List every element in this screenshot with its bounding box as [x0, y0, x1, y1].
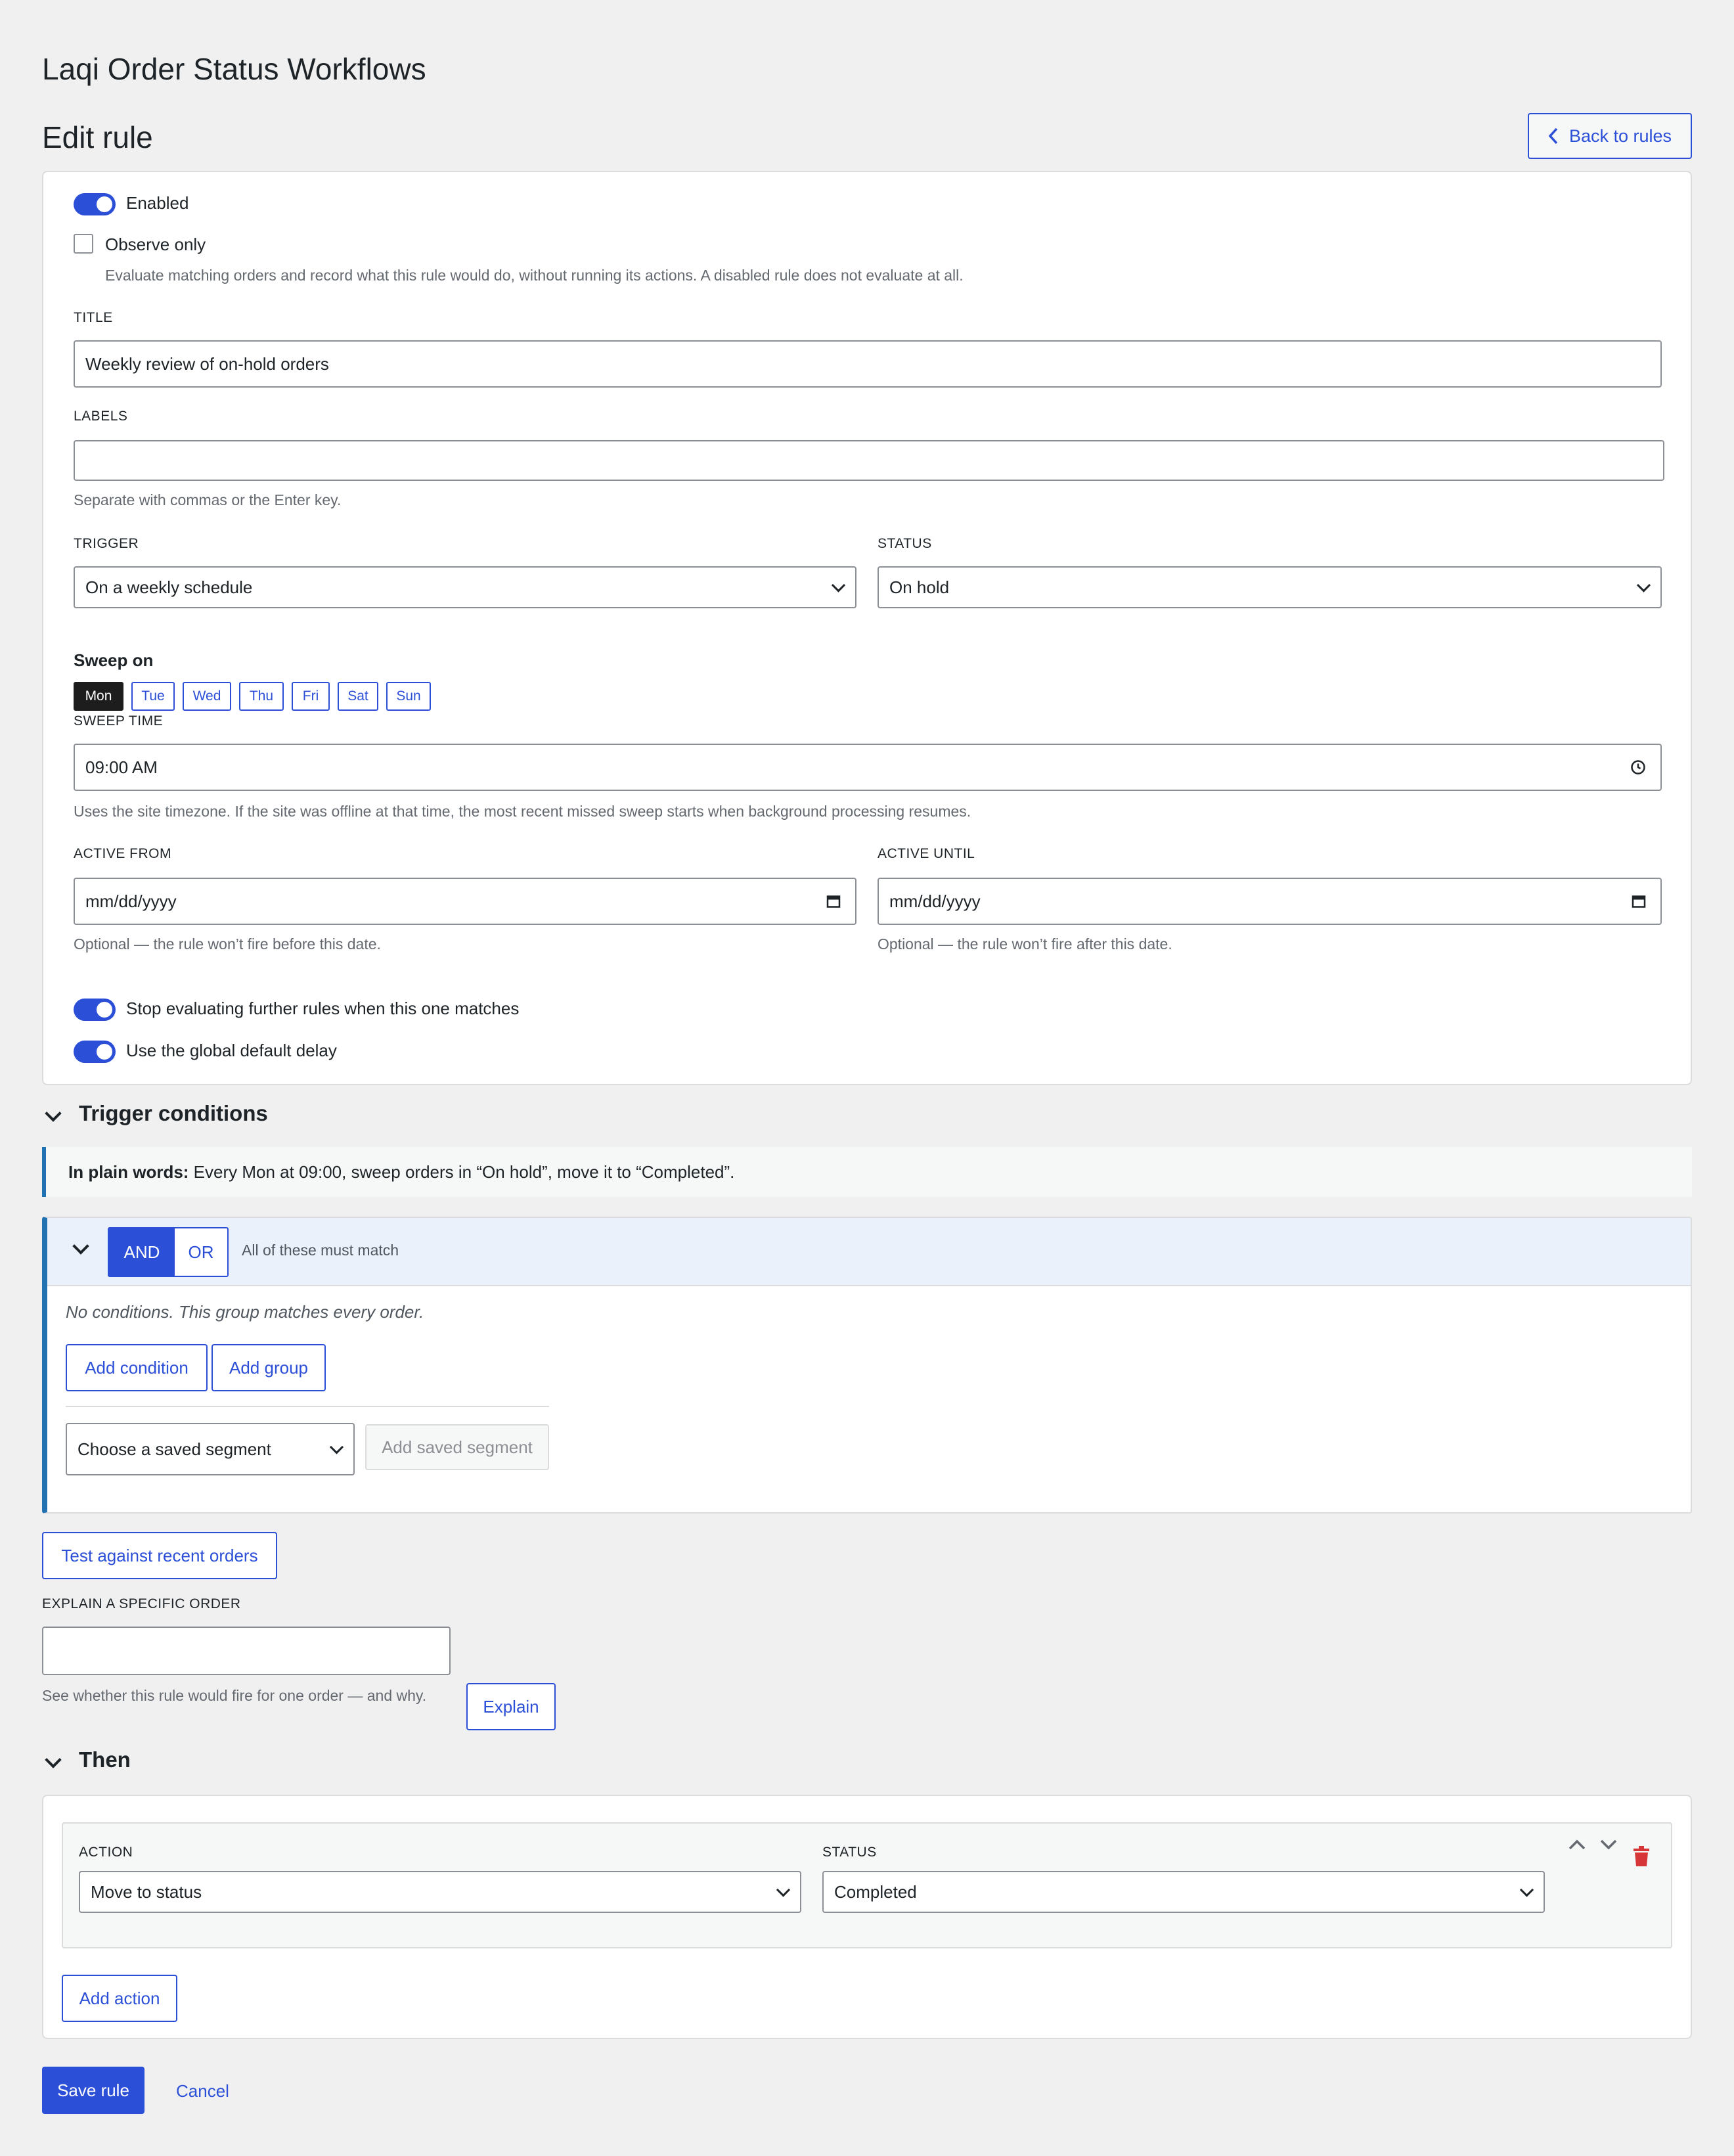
move-up-icon[interactable] [1567, 1837, 1587, 1853]
title-label: TITLE [74, 310, 113, 325]
title-input[interactable]: Weekly review of on-hold orders [74, 340, 1662, 388]
condition-group: AND OR All of these must match No condit… [42, 1217, 1692, 1514]
action-label: ACTION [79, 1845, 133, 1860]
chevron-left-icon [1548, 127, 1558, 145]
plain-words-text: Every Mon at 09:00, sweep orders in “On … [189, 1161, 735, 1182]
stop-further-label: Stop evaluating further rules when this … [126, 999, 520, 1018]
observe-only-label: Observe only [105, 235, 206, 254]
chevron-down-icon[interactable] [72, 1238, 89, 1255]
labels-input[interactable] [74, 440, 1664, 481]
action-select-value: Move to status [91, 1881, 202, 1902]
explain-order-label: EXPLAIN A SPECIFIC ORDER [42, 1596, 241, 1611]
calendar-icon[interactable] [826, 894, 841, 909]
app-title: Laqi Order Status Workflows [42, 52, 426, 86]
add-condition-button[interactable]: Add condition [66, 1344, 208, 1391]
test-recent-orders-button[interactable]: Test against recent orders [42, 1532, 277, 1579]
trigger-conditions-toggle[interactable]: Trigger conditions [42, 1101, 305, 1134]
action-status-label: STATUS [822, 1845, 877, 1860]
back-to-rules-button[interactable]: Back to rules [1528, 113, 1692, 159]
plain-words-prefix: In plain words: [68, 1161, 189, 1182]
enabled-toggle[interactable] [74, 193, 116, 215]
explain-order-input[interactable] [42, 1627, 451, 1675]
sweep-time-label: SWEEP TIME [74, 713, 164, 729]
then-toggle[interactable]: Then [42, 1747, 239, 1780]
global-delay-toggle[interactable] [74, 1041, 116, 1063]
day-wed-button[interactable]: Wed [183, 682, 231, 711]
chevron-down-icon [776, 1883, 791, 1897]
saved-segment-select[interactable]: Choose a saved segment [66, 1423, 355, 1475]
trigger-select[interactable]: On a weekly schedule [74, 566, 856, 608]
active-until-help: Optional — the rule won’t fire after thi… [878, 935, 1172, 953]
active-from-help: Optional — the rule won’t fire before th… [74, 935, 381, 953]
saved-segment-placeholder: Choose a saved segment [78, 1439, 271, 1459]
add-action-button[interactable]: Add action [62, 1975, 177, 2022]
global-delay-label: Use the global default delay [126, 1041, 337, 1060]
day-sun-button[interactable]: Sun [386, 682, 431, 711]
page: Laqi Order Status Workflows Edit rule Ba… [0, 0, 1734, 2156]
move-down-icon[interactable] [1599, 1837, 1618, 1853]
action-select[interactable]: Move to status [79, 1871, 801, 1913]
day-fri-button[interactable]: Fri [292, 682, 330, 711]
status-label: STATUS [878, 536, 932, 551]
and-or-toggle: AND OR [108, 1227, 229, 1277]
status-select[interactable]: On hold [878, 566, 1662, 608]
trigger-select-value: On a weekly schedule [85, 577, 253, 597]
title-input-value: Weekly review of on-hold orders [85, 353, 329, 374]
condition-group-header: AND OR All of these must match [47, 1218, 1691, 1286]
chevron-down-icon [1636, 578, 1651, 593]
action-row: ACTION Move to status STATUS Completed [62, 1822, 1672, 1948]
save-rule-button[interactable]: Save rule [42, 2067, 144, 2114]
group-hint: All of these must match [242, 1242, 399, 1259]
trash-icon[interactable] [1633, 1846, 1650, 1867]
sweep-time-help: Uses the site timezone. If the site was … [74, 803, 971, 820]
status-select-value: On hold [889, 577, 950, 597]
sweep-days: Mon Tue Wed Thu Fri Sat Sun [74, 682, 431, 711]
active-until-label: ACTIVE UNTIL [878, 846, 975, 861]
rule-settings-card: Enabled Observe only Evaluate matching o… [42, 171, 1692, 1085]
labels-label: LABELS [74, 409, 128, 424]
chevron-down-icon [329, 1440, 344, 1454]
day-mon-button[interactable]: Mon [74, 682, 123, 711]
active-until-input[interactable]: mm/dd/yyyy [878, 878, 1662, 925]
cancel-link[interactable]: Cancel [176, 2081, 229, 2101]
clock-icon[interactable] [1630, 759, 1646, 775]
day-sat-button[interactable]: Sat [338, 682, 378, 711]
chevron-down-icon [45, 1105, 62, 1122]
calendar-icon[interactable] [1632, 894, 1646, 909]
chevron-down-icon [1519, 1883, 1534, 1897]
labels-help: Separate with commas or the Enter key. [74, 491, 342, 508]
observe-only-help: Evaluate matching orders and record what… [105, 267, 964, 284]
day-thu-button[interactable]: Thu [239, 682, 284, 711]
active-from-placeholder: mm/dd/yyyy [85, 891, 177, 911]
then-title: Then [79, 1747, 131, 1772]
trigger-label: TRIGGER [74, 536, 139, 551]
and-button[interactable]: AND [109, 1228, 175, 1276]
add-saved-segment-button[interactable]: Add saved segment [365, 1424, 549, 1470]
back-to-rules-label: Back to rules [1568, 125, 1672, 146]
add-group-button[interactable]: Add group [211, 1344, 326, 1391]
plain-words-summary: In plain words: Every Mon at 09:00, swee… [42, 1147, 1692, 1197]
sweep-time-input[interactable]: 09:00 AM [74, 744, 1662, 791]
enabled-label: Enabled [126, 193, 189, 213]
empty-conditions-text: No conditions. This group matches every … [66, 1302, 424, 1322]
chevron-down-icon [45, 1751, 62, 1768]
then-card: ACTION Move to status STATUS Completed A… [42, 1795, 1692, 2039]
explain-order-help: See whether this rule would fire for one… [42, 1687, 427, 1704]
explain-button[interactable]: Explain [466, 1683, 556, 1730]
chevron-down-icon [831, 578, 846, 593]
sweep-on-label: Sweep on [74, 650, 154, 670]
action-status-select[interactable]: Completed [822, 1871, 1545, 1913]
page-title: Edit rule [42, 120, 153, 154]
stop-further-toggle[interactable] [74, 999, 116, 1021]
action-status-value: Completed [834, 1881, 917, 1902]
segment-divider [66, 1406, 549, 1407]
active-until-placeholder: mm/dd/yyyy [889, 891, 981, 911]
observe-only-checkbox[interactable] [74, 234, 93, 254]
day-tue-button[interactable]: Tue [131, 682, 175, 711]
sweep-time-value: 09:00 AM [85, 757, 158, 777]
trigger-conditions-title: Trigger conditions [79, 1101, 268, 1125]
or-button[interactable]: OR [175, 1228, 227, 1276]
active-from-label: ACTIVE FROM [74, 846, 172, 861]
active-from-input[interactable]: mm/dd/yyyy [74, 878, 856, 925]
